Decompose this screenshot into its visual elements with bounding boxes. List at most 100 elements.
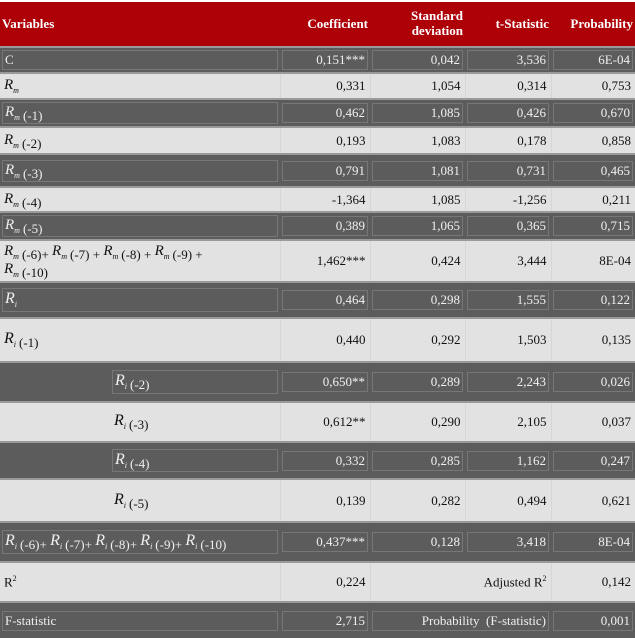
- symbol-subscript: i: [124, 461, 128, 471]
- lag-label: (-3): [129, 417, 149, 433]
- variable-cell: Ri (-2): [0, 361, 280, 402]
- table-row: Ri (-4) 0,332 0,285 1,162 0,247: [0, 441, 635, 479]
- variable-label: Ri (-3): [112, 411, 278, 432]
- ri-symbol: Ri: [115, 372, 127, 391]
- coefficient-cell-value: 0,612**: [323, 414, 366, 429]
- header-t-statistic: t-Statistic: [465, 0, 551, 47]
- std-deviation-cell-value: 1,083: [431, 132, 461, 148]
- variable-label: Rm (-5): [2, 215, 278, 237]
- coefficient-cell: 0,650**: [280, 361, 370, 402]
- std-deviation-cell: 1,054: [370, 72, 466, 99]
- std-deviation-cell-value: 0,289: [372, 372, 463, 392]
- probability-cell: 0,122: [551, 281, 635, 318]
- table-row: Ri (-1) 0,440 0,292 1,503 0,135: [0, 317, 635, 362]
- f-statistic-value: 2,715: [282, 610, 368, 631]
- regression-results-table: Variables Coefficient Standard deviation …: [0, 0, 635, 638]
- rm-symbol: Rm: [155, 243, 170, 261]
- probability-cell-value: 0,037: [601, 414, 631, 429]
- coefficient-cell-value: 0,650**: [282, 372, 368, 392]
- t-statistic-cell: 3,418: [465, 521, 551, 562]
- std-deviation-cell: 1,085: [370, 98, 465, 127]
- adjusted-r-squared-text: Adjusted R: [483, 574, 543, 590]
- coefficient-cell: 0,440: [280, 317, 371, 362]
- coefficient-cell-value: 0,440: [336, 332, 366, 347]
- rm-symbol: Rm: [4, 191, 19, 209]
- std-deviation-cell: 0,292: [370, 317, 466, 362]
- symbol-letter: R: [4, 261, 14, 277]
- lag-label: (-4): [130, 455, 150, 471]
- coefficient-cell: 0,193: [280, 126, 371, 154]
- probability-cell-value: 0,670: [553, 103, 633, 123]
- variable-label: Ri: [2, 288, 278, 312]
- coefficient-cell: 0,437***: [280, 521, 370, 562]
- t-statistic-cell: 0,178: [465, 126, 552, 154]
- probability-cell: 0,037: [551, 401, 635, 442]
- table-row: Ri (-2) 0,650** 0,289 2,243 0,026: [0, 361, 635, 402]
- std-deviation-cell-value: 1,085: [372, 103, 463, 123]
- probability-cell-value: 0,465: [553, 160, 633, 181]
- symbol-subscript: i: [104, 542, 108, 552]
- std-deviation-cell: 0,282: [370, 478, 466, 522]
- adjusted-r-squared-label-cell: Adjusted R2: [370, 561, 552, 602]
- symbol-letter: R: [114, 490, 124, 508]
- probability-cell: 0,465: [551, 153, 635, 187]
- t-statistic-cell: 3,536: [465, 46, 551, 73]
- rm-symbol: Rm: [5, 161, 20, 180]
- adjusted-r-squared-label: Adjusted R2: [373, 573, 549, 591]
- symbol-letter: R: [5, 290, 15, 308]
- symbol-subscript: m: [14, 226, 20, 235]
- adjusted-r-squared-value: 0,142: [601, 574, 631, 589]
- symbol-subscript: m: [13, 86, 19, 95]
- variable-label: Rm (-6)+ Rm (-7) + Rm (-8) + Rm (-9) + Rm (-1…: [2, 242, 278, 280]
- probability-cell: 0,247: [551, 441, 635, 479]
- symbol-subscript: m: [13, 270, 19, 279]
- symbol-letter: R: [115, 450, 125, 468]
- probability-cell: 0,135: [551, 317, 635, 362]
- r-squared-row: R2 0,224 Adjusted R2 0,142: [0, 561, 635, 602]
- lag-label: (-7) +: [69, 247, 101, 262]
- probability-cell-value: 0,715: [553, 216, 633, 236]
- lag-label: (-5): [129, 495, 149, 511]
- probability-f-label: Probability (F-statistic): [372, 610, 549, 631]
- std-deviation-cell-value: 0,285: [372, 450, 463, 471]
- probability-cell-value: 6E-04: [553, 50, 633, 70]
- probability-cell: 0,858: [551, 126, 635, 154]
- header-probability: Probability: [551, 0, 635, 47]
- t-statistic-cell-value: 1,162: [467, 450, 549, 471]
- variable-label: Rm (-3): [2, 159, 278, 182]
- symbol-letter: R: [5, 217, 15, 233]
- lag-label: (-3): [22, 165, 43, 181]
- symbol-letter: R: [4, 77, 14, 93]
- table-row: Rm 0,331 1,054 0,314 0,753: [0, 72, 635, 99]
- lag-label: (-1): [19, 335, 39, 351]
- std-deviation-cell: 0,128: [370, 521, 465, 562]
- coefficient-cell-value: 0,389: [282, 216, 368, 236]
- t-statistic-cell-value: 3,536: [467, 50, 549, 70]
- std-deviation-cell-value: 0,298: [372, 290, 463, 310]
- symbol-subscript: m: [163, 252, 170, 261]
- adjusted-r-squared-value-cell: 0,142: [551, 561, 635, 602]
- variable-label: Rm: [2, 76, 278, 96]
- probability-cell-value: 0,026: [553, 372, 633, 392]
- symbol-subscript: i: [14, 300, 18, 310]
- probability-f-value: 0,001: [553, 610, 633, 631]
- f-statistic-value-cell: 2,715: [280, 601, 370, 638]
- t-statistic-cell-value: 0,426: [467, 103, 549, 123]
- std-deviation-cell: 1,085: [370, 186, 466, 212]
- coefficient-cell-value: 0,791: [282, 160, 368, 181]
- std-deviation-cell: 0,298: [370, 281, 465, 318]
- r-squared-text: R: [4, 574, 13, 590]
- f-statistic-label: F-statistic: [2, 610, 278, 631]
- symbol-subscript: m: [13, 199, 19, 209]
- variable-cell: Ri (-4): [0, 441, 280, 479]
- symbol-letter: R: [185, 532, 196, 550]
- rm-symbol: Rm: [103, 243, 118, 261]
- t-statistic-cell-value: 3,418: [467, 532, 549, 552]
- t-statistic-cell-value: 0,314: [517, 78, 547, 93]
- std-deviation-cell: 0,042: [370, 46, 465, 73]
- symbol-letter: R: [5, 161, 15, 178]
- symbol-letter: R: [115, 372, 125, 390]
- std-deviation-cell-value: 1,085: [431, 191, 461, 207]
- symbol-letter: R: [114, 412, 124, 430]
- variable-cell: Rm (-5): [0, 211, 280, 240]
